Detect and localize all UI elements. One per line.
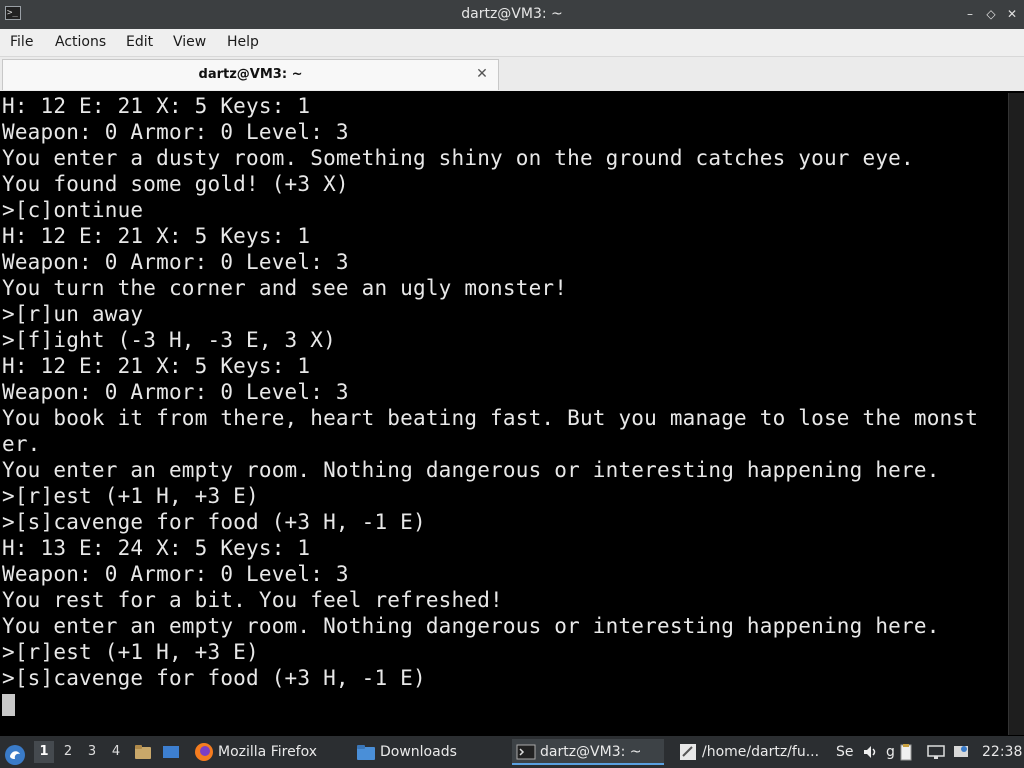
desktop-icon (163, 746, 179, 758)
monitor-icon (927, 745, 945, 759)
task-extra-1[interactable]: Se (836, 739, 860, 765)
window-title: dartz@VM3: ~ (461, 6, 563, 22)
terminal-line: You turn the corner and see an ugly mons… (2, 276, 568, 300)
menu-file[interactable]: File (10, 29, 33, 56)
terminal-output[interactable]: H: 12 E: 21 X: 5 Keys: 1 Weapon: 0 Armor… (0, 93, 1008, 735)
terminal-prompt-line (0, 691, 1008, 717)
terminal-line: Weapon: 0 Armor: 0 Level: 3 (2, 562, 349, 586)
display-button[interactable] (926, 736, 948, 768)
terminal-line: You enter an empty room. Nothing dangero… (2, 614, 940, 638)
file-manager-launcher[interactable] (134, 736, 154, 768)
task-terminal-label: dartz@VM3: ~ (540, 744, 642, 760)
task-firefox[interactable]: Mozilla Firefox (192, 739, 342, 765)
terminal-line: >[s]cavenge for food (+3 H, -1 E) (2, 510, 426, 534)
show-desktop-launcher[interactable] (162, 736, 184, 768)
terminal-line: H: 12 E: 21 X: 5 Keys: 1 (2, 354, 311, 378)
task-downloads-label: Downloads (380, 744, 457, 760)
clipboard-button[interactable] (900, 736, 916, 768)
file-manager-icon (135, 745, 151, 759)
task-editor-label: /home/dartz/fu... (702, 744, 820, 760)
terminal-line: You enter an empty room. Nothing dangero… (2, 458, 940, 482)
terminal-line: er. (2, 432, 41, 456)
task-terminal[interactable]: dartz@VM3: ~ (512, 739, 664, 765)
terminal-line: You enter a dusty room. Something shiny … (2, 146, 914, 170)
taskbar: 1 2 3 4 Mozilla Firefox Downloads dartz@… (0, 736, 1024, 768)
terminal-line: >[c]ontinue (2, 198, 144, 222)
window-titlebar[interactable]: >_ dartz@VM3: ~ – ◇ ✕ (0, 0, 1024, 29)
clipboard-icon (900, 744, 912, 761)
close-button[interactable]: ✕ (1004, 6, 1020, 22)
workspace-4[interactable]: 4 (106, 741, 126, 763)
terminal-icon (516, 744, 536, 760)
menu-edit[interactable]: Edit (126, 29, 153, 56)
workspace-3[interactable]: 3 (82, 741, 102, 763)
terminal-line: H: 12 E: 21 X: 5 Keys: 1 (2, 224, 311, 248)
terminal-line: Weapon: 0 Armor: 0 Level: 3 (2, 120, 349, 144)
terminal-line: >[r]un away (2, 302, 144, 326)
volume-icon (864, 746, 876, 758)
workspace-1[interactable]: 1 (34, 741, 54, 763)
menu-bar: File Actions Edit View Help (0, 29, 1024, 57)
app-menu-icon (5, 744, 25, 765)
menu-actions[interactable]: Actions (55, 29, 106, 56)
clock[interactable]: 22:38 (982, 736, 1022, 768)
terminal-line: >[r]est (+1 H, +3 E) (2, 484, 259, 508)
tab-close-icon[interactable]: ✕ (474, 66, 490, 82)
text-cursor (2, 694, 15, 716)
menu-help[interactable]: Help (227, 29, 259, 56)
minimize-button[interactable]: – (962, 6, 978, 22)
restore-button[interactable]: ◇ (983, 6, 999, 22)
menu-view[interactable]: View (173, 29, 206, 56)
network-icon (954, 746, 968, 757)
terminal-line: >[r]est (+1 H, +3 E) (2, 640, 259, 664)
task-firefox-label: Mozilla Firefox (218, 744, 318, 760)
task-editor[interactable]: /home/dartz/fu... (674, 739, 832, 765)
tab-label: dartz@VM3: ~ (198, 67, 303, 82)
terminal-line: You found some gold! (+3 X) (2, 172, 349, 196)
terminal-line: >[f]ight (-3 H, -3 E, 3 X) (2, 328, 336, 352)
terminal-line: >[s]cavenge for food (+3 H, -1 E) (2, 666, 426, 690)
terminal-line: You book it from there, heart beating fa… (2, 406, 979, 430)
terminal-line: Weapon: 0 Armor: 0 Level: 3 (2, 380, 349, 404)
tab-bar: dartz@VM3: ~ ✕ (0, 57, 1024, 91)
task-extra-2-label: g (886, 744, 895, 760)
task-downloads[interactable]: Downloads (354, 739, 504, 765)
volume-button[interactable] (862, 736, 882, 768)
network-button[interactable] (952, 736, 972, 768)
folder-icon (357, 745, 375, 760)
terminal-line: H: 13 E: 24 X: 5 Keys: 1 (2, 536, 311, 560)
start-menu-button[interactable] (4, 736, 28, 768)
terminal-line: H: 12 E: 21 X: 5 Keys: 1 (2, 94, 311, 118)
terminal-line: You rest for a bit. You feel refreshed! (2, 588, 503, 612)
terminal-line: Weapon: 0 Armor: 0 Level: 3 (2, 250, 349, 274)
text-editor-icon (680, 744, 696, 760)
terminal-scrollbar[interactable] (1008, 93, 1024, 735)
tab-terminal[interactable]: dartz@VM3: ~ ✕ (2, 59, 499, 90)
firefox-icon (195, 743, 213, 761)
task-extra-1-label: Se (836, 744, 854, 760)
workspace-2[interactable]: 2 (58, 741, 78, 763)
task-extra-2[interactable]: g (886, 739, 900, 765)
